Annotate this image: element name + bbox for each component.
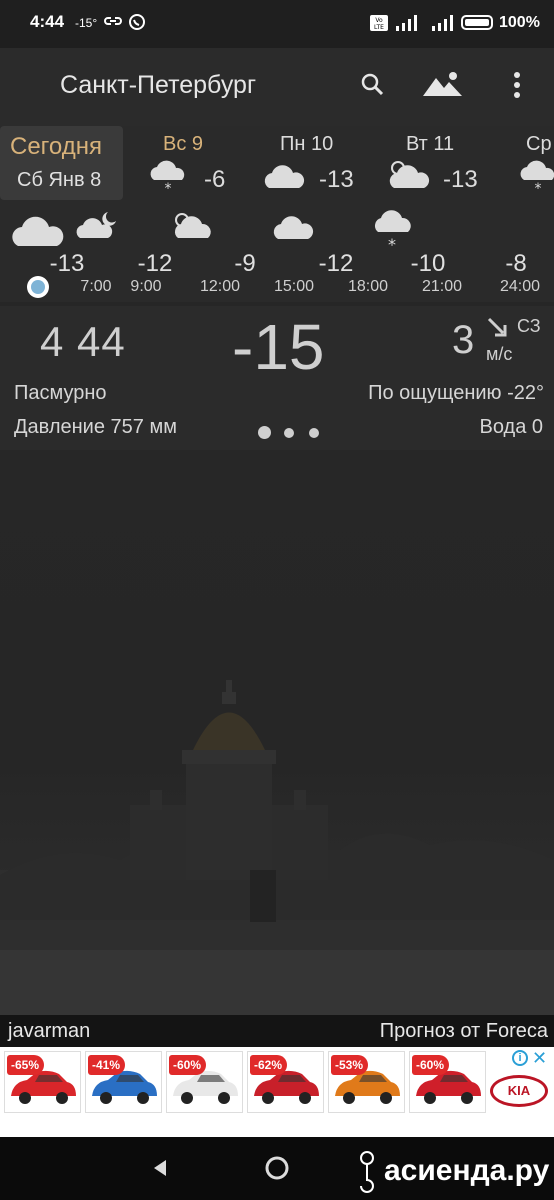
discount-badge: -65%	[7, 1055, 45, 1075]
more-options-icon[interactable]	[512, 70, 522, 105]
day-today[interactable]: Сегодня Сб Янв 8	[0, 126, 123, 200]
wind-unit: м/с	[486, 344, 513, 364]
ad-brand-logo: KIA	[490, 1075, 548, 1107]
ad-car-tile[interactable]: -60%	[166, 1051, 243, 1113]
volte-icon: Vo LTE	[370, 15, 388, 35]
feels-like: По ощущению -22°	[368, 382, 544, 404]
day-temp: -13	[319, 166, 354, 193]
daily-forecast-strip: Сегодня Сб Янв 8 Вс 9 * -6 Пн 10 -13 Вт …	[0, 126, 554, 202]
battery-icon	[461, 15, 493, 30]
discount-badge: -53%	[331, 1055, 369, 1075]
hourly-time: 15:00	[273, 278, 315, 295]
day-item[interactable]: Вт 11 -13	[380, 126, 495, 202]
hourly-time: 24:00	[499, 278, 541, 295]
condition-text: Пасмурно	[14, 382, 107, 404]
day-label: Ср	[526, 133, 552, 155]
status-temp-notification: -15°	[75, 16, 98, 30]
discount-badge: -60%	[169, 1055, 207, 1075]
today-label: Сегодня	[10, 133, 102, 160]
navigation-bar: асиенда.ру	[0, 1137, 554, 1200]
hourly-temp: -8	[505, 250, 527, 277]
signal-4g-icon	[396, 15, 422, 31]
pressure: Давление 757 мм	[14, 416, 177, 438]
page-indicator-dot	[309, 428, 319, 438]
wind-direction: СЗ	[517, 316, 541, 336]
water-temperature: Вода 0	[479, 416, 544, 438]
status-bar: 4:44 -15° Vo LTE 100%	[0, 0, 554, 48]
status-time: 4:44	[30, 12, 65, 31]
svg-text:*: *	[165, 181, 172, 194]
cloud-icon	[270, 212, 318, 245]
battery-percent: 100%	[499, 14, 540, 31]
day-label: Вт 11	[406, 133, 455, 155]
search-icon[interactable]	[360, 72, 386, 103]
current-conditions[interactable]: 4 44 -15 3 СЗ м/с Пасмурно По ощущению -…	[0, 306, 554, 450]
partly-cloudy-icon	[170, 208, 218, 245]
back-icon[interactable]	[152, 1159, 168, 1182]
discount-badge: -62%	[250, 1055, 288, 1075]
svg-text:Vo: Vo	[375, 17, 383, 24]
discount-badge: -60%	[412, 1055, 450, 1075]
wind-direction-arrow-icon	[486, 316, 510, 346]
day-item[interactable]: Вс 9 * -6	[140, 126, 250, 202]
photo-author[interactable]: javarman	[8, 1020, 90, 1043]
watermark-logo-icon	[356, 1149, 378, 1198]
day-temp: -13	[443, 166, 478, 193]
day-label: Вс 9	[163, 133, 204, 155]
current-temperature: -15	[232, 311, 325, 383]
ad-car-tile[interactable]: -65%	[4, 1051, 81, 1113]
hourly-temp: -10	[410, 250, 446, 277]
current-time: 4 44	[40, 318, 126, 365]
cloud-icon	[261, 162, 307, 195]
watermark-text: асиенда.ру	[384, 1154, 550, 1187]
page-indicator-dot	[284, 428, 294, 438]
hourly-temp: -12	[318, 250, 354, 277]
home-icon[interactable]	[264, 1155, 290, 1186]
svg-text:LTE: LTE	[374, 24, 384, 31]
hourly-temp: -9	[234, 250, 256, 277]
cloud-snow-icon: *	[370, 208, 416, 255]
day-label: Пн 10	[280, 133, 334, 155]
page-indicator-dot	[258, 426, 271, 439]
hourly-forecast[interactable]: * -13 -12 -9 -12 -10 -8 7:00 9:00 12:00 …	[0, 202, 554, 302]
day-item[interactable]: Пн 10 -13	[258, 126, 373, 202]
hourly-time: 12:00	[199, 278, 241, 295]
ad-car-tile[interactable]: -41%	[85, 1051, 162, 1113]
wind-speed: 3	[452, 318, 475, 362]
day-item[interactable]: Ср *	[510, 126, 554, 202]
ad-close-icon[interactable]: ✕	[532, 1048, 547, 1069]
current-time-marker	[27, 276, 49, 298]
ad-car-tile[interactable]: -53%	[328, 1051, 405, 1113]
ad-banner[interactable]: -65% -41% -60% -62% -53% -60% i ✕ KIA	[0, 1047, 554, 1137]
signal-icon	[432, 15, 458, 31]
forecast-provider[interactable]: Прогноз от Foreca	[380, 1020, 548, 1043]
cloud-icon	[8, 212, 68, 253]
landscape-icon[interactable]	[422, 70, 464, 103]
partly-cloudy-icon	[384, 158, 430, 195]
link-icon	[104, 13, 122, 33]
background-photo	[0, 450, 554, 1015]
hourly-time: 9:00	[130, 278, 162, 295]
whatsapp-icon	[128, 13, 146, 35]
ad-info-icon[interactable]: i	[512, 1050, 528, 1066]
hourly-temp: -12	[137, 250, 173, 277]
app-bar: Санкт-Петербург	[0, 48, 554, 126]
ad-car-tile[interactable]: -62%	[247, 1051, 324, 1113]
hourly-time: 21:00	[421, 278, 463, 295]
day-temp: -6	[204, 166, 226, 193]
cathedral-silhouette-icon	[0, 680, 554, 1015]
discount-badge: -41%	[88, 1055, 126, 1075]
cloud-snow-icon: *	[146, 158, 190, 199]
today-date: Сб Янв 8	[17, 169, 102, 191]
svg-text:*: *	[535, 181, 542, 194]
partly-cloudy-night-icon	[74, 208, 122, 245]
cloud-snow-icon: *	[516, 158, 554, 199]
hourly-time: 18:00	[347, 278, 389, 295]
ad-car-tile[interactable]: -60%	[409, 1051, 486, 1113]
photo-credit-bar: javarman Прогноз от Foreca	[0, 1015, 554, 1047]
hourly-temp: -13	[49, 250, 85, 277]
city-name[interactable]: Санкт-Петербург	[60, 71, 256, 100]
svg-text:*: *	[388, 235, 396, 250]
